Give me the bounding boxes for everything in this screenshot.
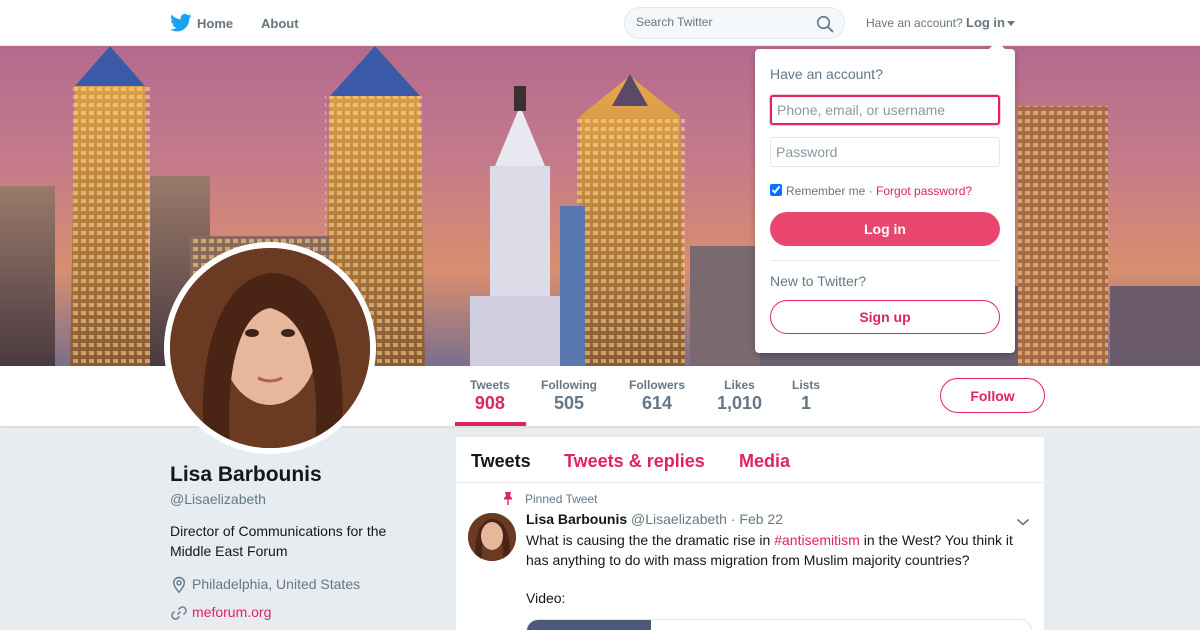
dropdown-divider	[770, 260, 1000, 261]
tweet-header: Lisa Barbounis @Lisaelizabeth · Feb 22	[526, 511, 783, 527]
stat-value: 505	[553, 393, 585, 413]
forgot-password-link[interactable]: Forgot password?	[876, 184, 972, 198]
pinned-tweet-label: Pinned Tweet	[525, 492, 598, 506]
chevron-down-icon[interactable]	[1016, 514, 1030, 526]
stat-following[interactable]: Following 505	[541, 378, 597, 414]
remember-me-row: Remember me · Forgot password?	[770, 183, 1010, 199]
tweet-hashtag[interactable]: #antisemitism	[774, 532, 860, 548]
search-input[interactable]	[636, 15, 806, 29]
search-icon[interactable]	[816, 15, 834, 33]
link-icon	[170, 604, 188, 622]
stat-value: 1,010	[717, 393, 763, 413]
stat-label: Following	[541, 378, 597, 392]
login-dropdown: Have an account? Remember me · Forgot pa…	[755, 41, 1015, 353]
twitter-bird-icon[interactable]	[170, 13, 192, 33]
have-account-text: Have an account?	[866, 16, 963, 30]
location-pin-icon	[170, 576, 188, 594]
tweet-text-before: What is causing the the dramatic rise in	[526, 532, 775, 548]
login-button[interactable]: Log in	[770, 212, 1000, 246]
stat-label: Tweets	[470, 378, 510, 392]
login-dropdown-toggle[interactable]: Log in	[966, 15, 1005, 30]
profile-name: Lisa Barbounis	[170, 463, 322, 486]
tweet-separator: ·	[730, 511, 736, 527]
password-field[interactable]	[770, 137, 1000, 167]
tab-tweets[interactable]: Tweets	[471, 451, 531, 472]
stat-lists[interactable]: Lists 1	[792, 378, 820, 414]
stat-tweets[interactable]: Tweets 908	[470, 378, 510, 414]
profile-bio: Director of Communications for the Middl…	[170, 523, 387, 559]
signup-button[interactable]: Sign up	[770, 300, 1000, 334]
active-stat-underline	[455, 422, 526, 426]
tweet-media-thumbnail	[527, 620, 651, 630]
profile-avatar[interactable]	[164, 242, 376, 454]
nav-about-link[interactable]: About	[261, 16, 299, 31]
profile-handle[interactable]: @Lisaelizabeth	[170, 491, 266, 507]
stat-value: 1	[801, 393, 812, 413]
tweet-avatar[interactable]	[468, 513, 516, 561]
dropdown-arrow	[989, 41, 1005, 49]
stat-followers[interactable]: Followers 614	[629, 378, 685, 414]
stat-likes[interactable]: Likes 1,010	[717, 378, 762, 414]
tweet-author-handle[interactable]: @Lisaelizabeth	[631, 511, 727, 527]
location-text: Philadelphia, United States	[192, 576, 361, 592]
timeline: Tweets Tweets & replies Media Pinned Twe…	[456, 437, 1044, 630]
caret-down-icon[interactable]	[1007, 21, 1015, 26]
follow-button[interactable]: Follow	[940, 378, 1045, 413]
tab-media[interactable]: Media	[739, 451, 790, 472]
stat-label: Lists	[792, 378, 821, 392]
new-to-twitter-text: New to Twitter?	[770, 273, 867, 289]
remember-me-label: Remember me ·	[786, 184, 873, 198]
tweet-text: What is causing the the dramatic rise in…	[526, 530, 1036, 570]
username-field[interactable]	[770, 95, 1000, 125]
tab-tweets-replies[interactable]: Tweets & replies	[564, 451, 705, 472]
tweet-date[interactable]: Feb 22	[739, 511, 783, 527]
remember-me-text: Remember me · Forgot password?	[786, 184, 972, 198]
nav-home-link[interactable]: Home	[197, 16, 233, 31]
url-link[interactable]: meforum.org	[192, 604, 271, 620]
stat-label: Likes	[724, 378, 755, 392]
stat-label: Followers	[629, 378, 686, 392]
tweet-video-label: Video:	[526, 590, 566, 606]
top-navigation: Home About Have an account? Log in	[0, 0, 1200, 46]
tweet-media-card[interactable]	[526, 619, 1032, 630]
search-box	[624, 7, 845, 39]
login-dropdown-title: Have an account?	[770, 66, 883, 82]
pin-icon	[502, 492, 514, 505]
stat-value: 614	[641, 393, 673, 413]
timeline-tabs: Tweets Tweets & replies Media	[456, 437, 1044, 483]
tweet-author-name[interactable]: Lisa Barbounis	[526, 511, 627, 527]
avatar-photo	[170, 248, 370, 448]
remember-me-checkbox[interactable]	[770, 184, 782, 196]
stat-value: 908	[474, 393, 505, 413]
